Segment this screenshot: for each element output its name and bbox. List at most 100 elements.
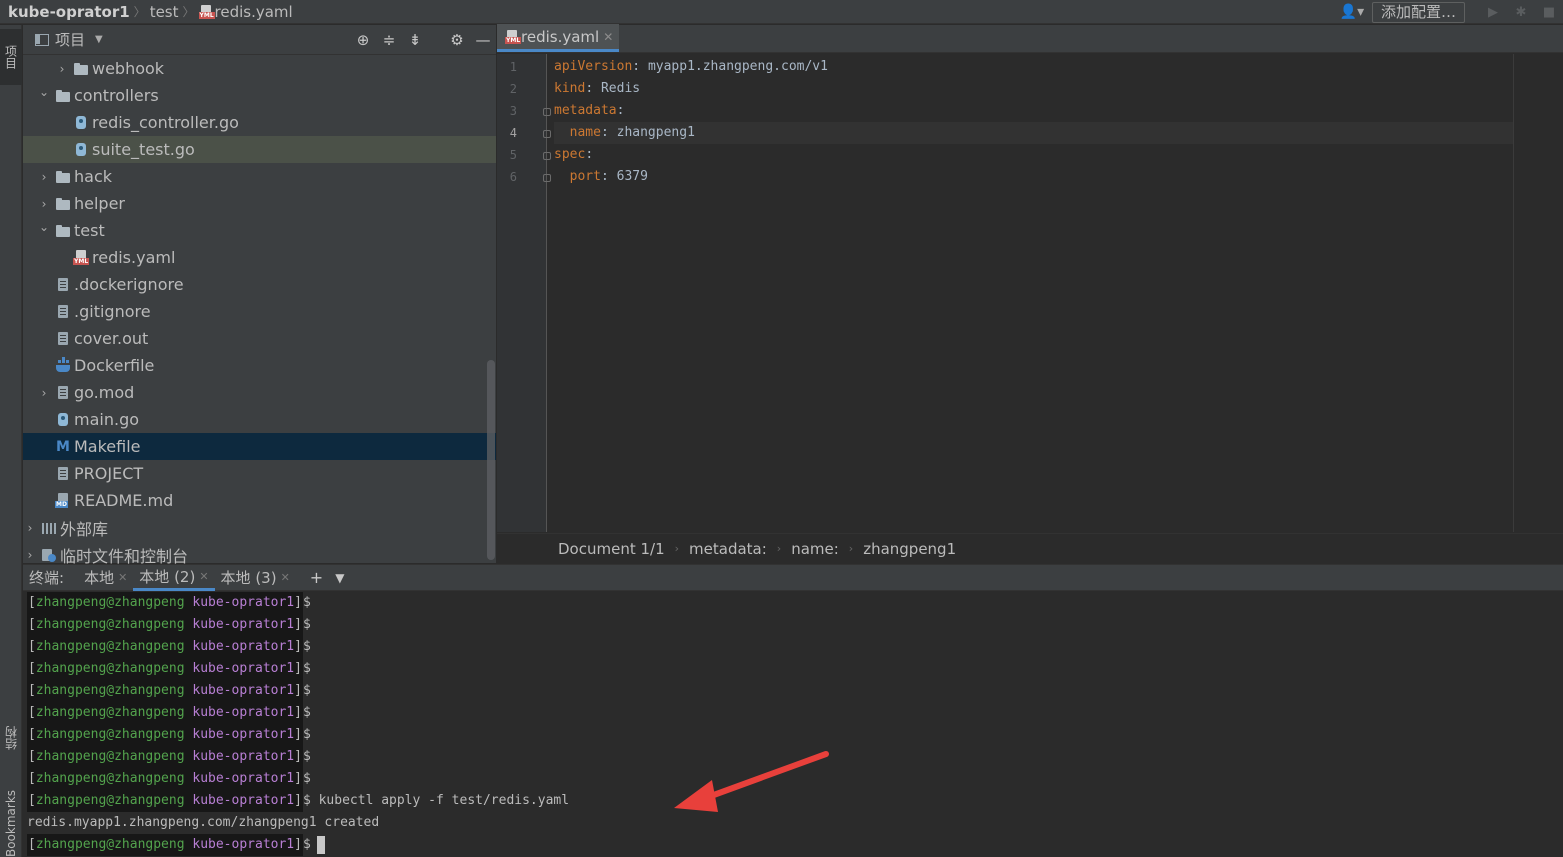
tree-item[interactable]: ⌄ test bbox=[23, 217, 496, 244]
fold-marker-icon[interactable] bbox=[543, 108, 551, 116]
scrollbar[interactable] bbox=[487, 360, 495, 560]
tree-item[interactable]: ›.dockerignore bbox=[23, 271, 496, 298]
close-icon[interactable]: ✕ bbox=[603, 30, 613, 44]
line-number: 5 bbox=[509, 148, 517, 162]
tree-item[interactable]: ›MMakefile bbox=[23, 433, 496, 460]
chevron-right-icon[interactable]: › bbox=[23, 548, 37, 562]
gear-icon[interactable]: ⚙ bbox=[444, 31, 470, 49]
code-editor[interactable]: apiVersion: myapp1.zhangpeng.com/v1 kind:… bbox=[554, 54, 1514, 532]
project-panel-title[interactable]: 项目 bbox=[55, 29, 85, 50]
close-icon[interactable]: ✕ bbox=[281, 571, 290, 584]
tree-item-label: .dockerignore bbox=[74, 275, 184, 294]
prompt-user: zhangpeng@zhangpeng bbox=[35, 793, 185, 808]
tree-item[interactable]: ›main.go bbox=[23, 406, 496, 433]
yaml-value: 6379 bbox=[616, 169, 648, 184]
add-configuration-button[interactable]: 添加配置… bbox=[1371, 1, 1465, 23]
breadcrumb-separator: 〉 bbox=[133, 5, 146, 19]
chevron-right-icon[interactable]: › bbox=[37, 386, 51, 400]
structure-tool-tab[interactable]: 结构 bbox=[0, 713, 22, 763]
chevron-right-icon[interactable]: › bbox=[55, 62, 69, 76]
terminal-cursor bbox=[316, 835, 325, 854]
tree-item[interactable]: ›Dockerfile bbox=[23, 352, 496, 379]
code-line[interactable]: port: 6379 bbox=[554, 166, 1514, 188]
breadcrumb-project[interactable]: kube-oprator1 bbox=[8, 3, 130, 21]
collapse-all-icon[interactable]: ⇟ bbox=[402, 31, 428, 49]
file-icon bbox=[55, 304, 71, 320]
editor-breadcrumb-item[interactable]: zhangpeng1 bbox=[863, 540, 956, 558]
close-icon[interactable]: ✕ bbox=[118, 571, 127, 584]
tree-item[interactable]: ›redis.yaml bbox=[23, 244, 496, 271]
tree-item[interactable]: ›cover.out bbox=[23, 325, 496, 352]
tree-item[interactable]: ›redis_controller.go bbox=[23, 109, 496, 136]
debug-icon[interactable]: ✱ bbox=[1507, 5, 1535, 20]
terminal-prompt-line: [zhangpeng@zhangpeng kube-oprator1]$ bbox=[27, 746, 311, 768]
chevron-down-icon[interactable]: ▼ bbox=[95, 34, 103, 45]
chevron-right-icon[interactable]: › bbox=[37, 170, 51, 184]
fold-marker-icon[interactable] bbox=[543, 152, 551, 160]
terminal-tab-label: 本地 (3) bbox=[220, 569, 277, 587]
prompt-directory: kube-oprator1 bbox=[192, 683, 295, 698]
tree-item[interactable]: › helper bbox=[23, 190, 496, 217]
add-icon[interactable]: + bbox=[310, 568, 323, 587]
yaml-colon: : bbox=[585, 81, 601, 96]
prompt-directory: kube-oprator1 bbox=[192, 639, 295, 654]
prompt-directory: kube-oprator1 bbox=[192, 749, 295, 764]
run-icon[interactable]: ▶ bbox=[1479, 5, 1507, 20]
yaml-colon: : bbox=[616, 103, 625, 118]
editor-breadcrumb-item[interactable]: metadata: bbox=[689, 540, 767, 558]
locate-icon[interactable]: ⊕ bbox=[350, 31, 376, 49]
breadcrumb-folder[interactable]: test bbox=[150, 3, 179, 21]
left-tool-strip: 项目 结构 Bookmarks bbox=[0, 25, 22, 857]
minimize-icon[interactable]: — bbox=[470, 31, 496, 49]
editor-breadcrumb-item[interactable]: name: bbox=[791, 540, 839, 558]
bookmarks-tool-tab[interactable]: Bookmarks bbox=[0, 777, 22, 857]
chevron-down-icon[interactable]: ▼ bbox=[335, 571, 344, 585]
makefile-icon: M bbox=[56, 438, 70, 455]
tree-item[interactable]: › webhook bbox=[23, 55, 496, 82]
chevron-right-icon[interactable]: › bbox=[23, 521, 37, 535]
library-icon bbox=[41, 520, 57, 536]
tab-label: redis.yaml bbox=[521, 27, 600, 46]
prompt-user: zhangpeng@zhangpeng bbox=[35, 595, 185, 610]
tree-item[interactable]: ›README.md bbox=[23, 487, 496, 514]
tab-redis-yaml[interactable]: redis.yaml ✕ bbox=[497, 24, 620, 52]
tree-item[interactable]: ›suite_test.go bbox=[23, 136, 496, 163]
project-tool-tab[interactable]: 项目 bbox=[0, 29, 22, 85]
chevron-down-icon[interactable]: ⌄ bbox=[37, 85, 51, 99]
docker-icon bbox=[55, 358, 71, 374]
prompt-user: zhangpeng@zhangpeng bbox=[35, 837, 185, 852]
tree-item-label: 外部库 bbox=[60, 519, 109, 539]
terminal-prompt-line: [zhangpeng@zhangpeng kube-oprator1]$ bbox=[27, 724, 311, 746]
tree-item[interactable]: ›.gitignore bbox=[23, 298, 496, 325]
tree-item[interactable]: ›PROJECT bbox=[23, 460, 496, 487]
code-line[interactable]: spec: bbox=[554, 144, 1514, 166]
close-icon[interactable]: ✕ bbox=[199, 570, 208, 583]
user-icon[interactable]: 👤▾ bbox=[1338, 4, 1366, 20]
tree-item-label: 临时文件和控制台 bbox=[60, 546, 189, 566]
chevron-down-icon[interactable]: ⌄ bbox=[37, 220, 51, 234]
fold-marker-icon[interactable] bbox=[543, 174, 551, 182]
terminal-tab[interactable]: 本地 ✕ bbox=[78, 564, 133, 591]
editor-breadcrumb-item[interactable]: Document 1/1 bbox=[558, 540, 665, 558]
chevron-right-icon[interactable]: › bbox=[37, 197, 51, 211]
terminal-output[interactable]: [zhangpeng@zhangpeng kube-oprator1]$ [zha… bbox=[23, 592, 1563, 857]
fold-marker-icon[interactable] bbox=[543, 130, 551, 138]
expand-all-icon[interactable]: ≑ bbox=[376, 31, 402, 49]
folder-icon bbox=[55, 169, 71, 185]
terminal-tab[interactable]: 本地 (3) ✕ bbox=[215, 564, 296, 591]
code-line[interactable]: apiVersion: myapp1.zhangpeng.com/v1 bbox=[554, 56, 1514, 78]
tree-item[interactable]: › 外部库 bbox=[23, 514, 496, 541]
code-line[interactable]: name: zhangpeng1 bbox=[554, 122, 1514, 144]
line-number: 3 bbox=[509, 104, 517, 118]
yaml-key: port bbox=[569, 169, 601, 184]
breadcrumb-file[interactable]: redis.yaml bbox=[198, 3, 293, 21]
tree-item[interactable]: › hack bbox=[23, 163, 496, 190]
code-line[interactable]: metadata: bbox=[554, 100, 1514, 122]
stop-icon[interactable]: ■ bbox=[1535, 5, 1563, 20]
tree-item[interactable]: › go.mod bbox=[23, 379, 496, 406]
code-line[interactable]: kind: Redis bbox=[554, 78, 1514, 100]
terminal-output-text: redis.myapp1.zhangpeng.com/zhangpeng1 cr… bbox=[27, 815, 380, 830]
terminal-tab[interactable]: 本地 (2) ✕ bbox=[133, 564, 215, 591]
breadcrumb-separator: › bbox=[776, 542, 782, 555]
tree-item[interactable]: ⌄ controllers bbox=[23, 82, 496, 109]
